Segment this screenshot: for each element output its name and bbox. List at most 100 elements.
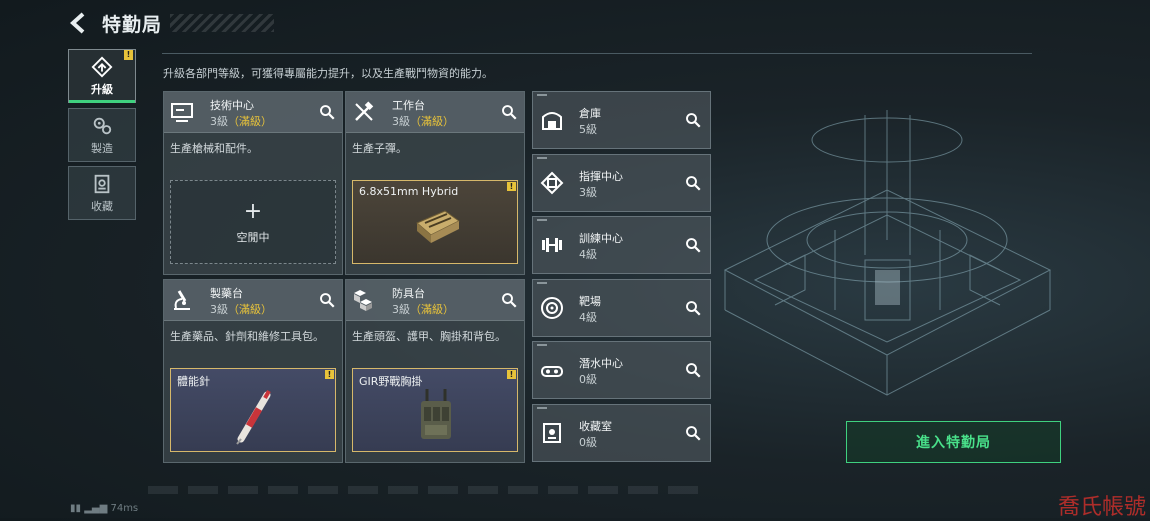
facility-command-center[interactable]: 指揮中心 3級 xyxy=(532,154,711,212)
facility-level: 4級 xyxy=(579,248,597,261)
search-icon[interactable] xyxy=(684,424,702,442)
search-icon[interactable] xyxy=(684,174,702,192)
search-icon[interactable] xyxy=(500,103,518,121)
card-level: 3級（滿級） xyxy=(392,301,454,317)
card-workbench[interactable]: 工作台 3級（滿級） 生產子彈。 ! 6.8x51mm Hybrid xyxy=(345,91,525,275)
divider xyxy=(162,53,1032,54)
notification-badge: ! xyxy=(507,182,516,191)
production-slot[interactable]: ! 6.8x51mm Hybrid xyxy=(352,180,518,264)
warehouse-icon xyxy=(542,112,562,130)
facility-level: 0級 xyxy=(579,436,597,449)
title-decoration xyxy=(170,14,274,32)
card-armor-bench[interactable]: 防具台 3級（滿級） 生產頭盔、護甲、胸掛和背包。 ! GIR野戰胸掛 xyxy=(345,279,525,463)
card-level: 3級（滿級） xyxy=(210,113,272,129)
syringe-icon xyxy=(236,390,271,445)
card-level: 3級（滿級） xyxy=(210,301,272,317)
notification-badge: ! xyxy=(124,50,133,60)
facility-name: 收藏室 xyxy=(579,420,612,433)
production-slot[interactable]: ! 體能針 xyxy=(170,368,336,452)
level-value: 3級 xyxy=(210,115,228,128)
slot-item-name: GIR野戰胸掛 xyxy=(359,375,423,388)
level-value: 3級 xyxy=(210,303,228,316)
facility-warehouse[interactable]: 倉庫 5級 xyxy=(532,91,711,149)
facility-name: 指揮中心 xyxy=(579,170,623,183)
card-name: 製藥台 xyxy=(210,287,243,300)
card-level: 3級（滿級） xyxy=(392,113,454,129)
level-value: 3級 xyxy=(392,115,410,128)
facility-level: 0級 xyxy=(579,373,597,386)
chip-icon xyxy=(540,171,564,195)
battery-icon: ▮▮ xyxy=(70,503,82,514)
chest-rig-icon xyxy=(421,389,451,439)
facility-name: 訓練中心 xyxy=(579,232,623,245)
card-tech-center[interactable]: 技術中心 3級（滿級） 生產槍械和配件。 + 空閒中 xyxy=(163,91,343,275)
facility-name: 潛水中心 xyxy=(579,357,623,370)
search-icon[interactable] xyxy=(684,111,702,129)
slot-item-name: 6.8x51mm Hybrid xyxy=(359,185,459,198)
ammo-box-icon xyxy=(416,210,460,243)
level-value: 3級 xyxy=(392,303,410,316)
search-icon[interactable] xyxy=(684,236,702,254)
facility-shooting-range[interactable]: 靶場 4級 xyxy=(532,279,711,337)
card-description: 生產槍械和配件。 xyxy=(170,142,258,155)
computer-icon xyxy=(171,103,193,122)
boxes-icon xyxy=(354,290,372,311)
card-header: 工作台 3級（滿級） xyxy=(346,92,524,133)
max-level-tag: （滿級） xyxy=(410,303,454,316)
card-header: 製藥台 3級（滿級） xyxy=(164,280,342,321)
max-level-tag: （滿級） xyxy=(410,115,454,128)
tab-label: 升級 xyxy=(91,82,113,96)
facility-training-center[interactable]: 訓練中心 4級 xyxy=(532,216,711,274)
collection-icon xyxy=(94,174,110,193)
page-title: 特勤局 xyxy=(102,14,163,36)
search-icon[interactable] xyxy=(500,291,518,309)
signal-icon: ▂▄▆ xyxy=(84,503,108,514)
production-slot-empty[interactable]: + 空閒中 xyxy=(170,180,336,264)
target-icon xyxy=(541,297,563,319)
card-header: 技術中心 3級（滿級） xyxy=(164,92,342,133)
tab-craft[interactable]: 製造 xyxy=(68,108,136,162)
card-name: 工作台 xyxy=(392,99,425,112)
bottom-decoration xyxy=(148,486,698,494)
plus-icon: + xyxy=(243,199,263,224)
facility-level: 4級 xyxy=(579,311,597,324)
notification-badge: ! xyxy=(325,370,334,379)
tab-upgrade[interactable]: ! 升級 xyxy=(68,49,136,103)
tab-collection[interactable]: 收藏 xyxy=(68,166,136,220)
gears-icon xyxy=(93,117,112,134)
facility-name: 靶場 xyxy=(579,295,601,308)
production-slot[interactable]: ! GIR野戰胸掛 xyxy=(352,368,518,452)
facility-name: 倉庫 xyxy=(579,107,601,120)
microscope-icon xyxy=(174,290,190,310)
facility-level: 5級 xyxy=(579,123,597,136)
card-description: 生產藥品、針劑和維修工具包。 xyxy=(170,330,324,343)
page-description: 升級各部門等級，可獲得專屬能力提升，以及生產戰鬥物資的能力。 xyxy=(163,67,493,80)
max-level-tag: （滿級） xyxy=(228,115,272,128)
slot-item-name: 體能針 xyxy=(177,375,210,388)
facility-collection-room[interactable]: 收藏室 0級 xyxy=(532,404,711,462)
facility-level: 3級 xyxy=(579,186,597,199)
dumbbell-icon xyxy=(542,238,562,252)
enter-secret-service-button[interactable]: 進入特勤局 xyxy=(846,421,1061,463)
back-arrow-icon[interactable] xyxy=(66,11,90,35)
collection-icon xyxy=(543,423,561,443)
max-level-tag: （滿級） xyxy=(228,303,272,316)
search-icon[interactable] xyxy=(318,291,336,309)
card-pharmacy[interactable]: 製藥台 3級（滿級） 生產藥品、針劑和維修工具包。 ! 體能針 xyxy=(163,279,343,463)
tools-icon xyxy=(355,101,374,121)
search-icon[interactable] xyxy=(318,103,336,121)
diving-mask-icon xyxy=(541,366,563,377)
notification-badge: ! xyxy=(507,370,516,379)
network-ping: ▮▮ ▂▄▆ 74ms xyxy=(70,503,138,514)
facility-diving-center[interactable]: 潛水中心 0級 xyxy=(532,341,711,399)
card-header: 防具台 3級（滿級） xyxy=(346,280,524,321)
search-icon[interactable] xyxy=(684,361,702,379)
tab-label: 製造 xyxy=(91,141,113,155)
card-description: 生產頭盔、護甲、胸掛和背包。 xyxy=(352,330,506,343)
upgrade-icon xyxy=(91,56,113,77)
card-description: 生產子彈。 xyxy=(352,142,407,155)
ping-value: 74ms xyxy=(110,503,139,514)
card-name: 防具台 xyxy=(392,287,425,300)
card-name: 技術中心 xyxy=(210,99,254,112)
search-icon[interactable] xyxy=(684,299,702,317)
